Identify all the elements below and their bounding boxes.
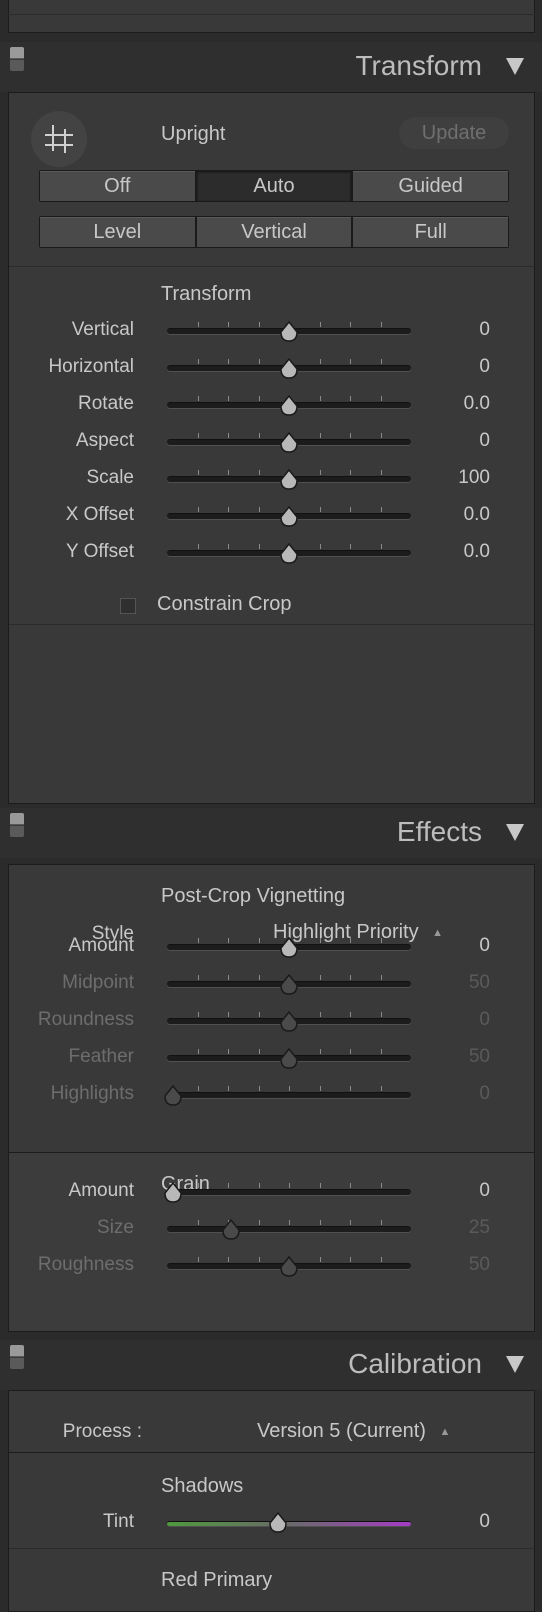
vertical-label: Vertical — [71, 319, 134, 340]
calibration-header-title: Calibration — [348, 1348, 482, 1379]
rotate-value: 0.0 — [463, 393, 490, 414]
effects-panel-header[interactable]: Effects — [0, 808, 542, 858]
horizontal-value: 0 — [479, 356, 490, 377]
aspect-label: Aspect — [75, 430, 134, 451]
scale-slider-thumb[interactable] — [279, 468, 299, 491]
collapse-triangle-icon[interactable] — [506, 58, 524, 75]
aspect-value: 0 — [479, 430, 490, 451]
section-divider — [9, 1548, 534, 1549]
process-dropdown-value: Version 5 (Current) — [257, 1420, 426, 1442]
upright-mode-row-2: Level Vertical Full — [39, 216, 509, 248]
section-divider — [9, 1452, 534, 1453]
slider-ticks — [167, 1183, 411, 1188]
scale-label: Scale — [86, 467, 134, 488]
highlights-value: 0 — [479, 1083, 490, 1104]
effects-header-title: Effects — [396, 816, 482, 847]
y-offset-label: Y Offset — [66, 541, 134, 562]
upright-tool-button[interactable] — [31, 111, 87, 167]
scale-value: 100 — [458, 467, 490, 488]
midpoint-slider-thumb[interactable] — [279, 973, 299, 996]
size-value: 25 — [468, 1217, 490, 1238]
slider-ticks — [167, 1086, 411, 1091]
shadows-section-title: Shadows — [161, 1475, 244, 1497]
midpoint-label: Midpoint — [62, 972, 134, 993]
panel-toggle-switch[interactable] — [10, 47, 24, 71]
constrain-crop-checkbox[interactable] — [120, 598, 136, 614]
collapse-triangle-icon[interactable] — [506, 1356, 524, 1373]
previous-panel-divider — [8, 14, 535, 15]
aspect-slider-thumb[interactable] — [279, 431, 299, 454]
roundness-label: Roundness — [37, 1009, 134, 1030]
upright-guided-button[interactable]: Guided — [353, 171, 509, 201]
amount-slider-thumb[interactable] — [279, 936, 299, 959]
upright-full-button[interactable]: Full — [353, 217, 509, 247]
roundness-slider-thumb[interactable] — [279, 1010, 299, 1033]
rotate-label: Rotate — [78, 393, 134, 414]
tint-slider-thumb[interactable] — [268, 1511, 288, 1534]
upright-vertical-button[interactable]: Vertical — [196, 217, 352, 247]
size-slider-track[interactable] — [167, 1226, 411, 1232]
upright-off-button[interactable]: Off — [40, 171, 195, 201]
highlights-slider-thumb[interactable] — [163, 1084, 183, 1107]
previous-panel-bottom — [8, 0, 535, 33]
section-divider — [9, 266, 534, 267]
transform-section-title: Transform — [161, 283, 252, 305]
tint-label: Tint — [103, 1511, 134, 1532]
horizontal-label: Horizontal — [48, 356, 134, 377]
tint-slider-track[interactable] — [167, 1521, 411, 1526]
upright-level-button[interactable]: Level — [40, 217, 195, 247]
roundness-value: 0 — [479, 1009, 490, 1030]
rotate-slider-thumb[interactable] — [279, 394, 299, 417]
y-offset-slider-thumb[interactable] — [279, 542, 299, 565]
roughness-value: 50 — [468, 1254, 490, 1275]
x-offset-value: 0.0 — [463, 504, 490, 525]
panel-toggle-switch[interactable] — [10, 813, 24, 837]
upright-auto-button[interactable]: Auto — [196, 171, 352, 201]
vignette-section-title: Post-Crop Vignetting — [161, 885, 346, 907]
size-slider-thumb[interactable] — [221, 1218, 241, 1241]
slider-ticks — [167, 1220, 411, 1225]
transform-panel: Upright Update Off Auto Guided Level Ver… — [8, 92, 535, 804]
amount-slider-thumb[interactable] — [163, 1181, 183, 1204]
section-divider — [9, 624, 534, 625]
size-label: Size — [97, 1217, 134, 1238]
transform-panel-header[interactable]: Transform — [0, 42, 542, 92]
transform-header-title: Transform — [355, 50, 482, 81]
update-button[interactable]: Update — [399, 117, 509, 149]
upright-mode-row-1: Off Auto Guided — [39, 170, 509, 202]
highlights-slider-track[interactable] — [167, 1092, 411, 1098]
calibration-panel-header[interactable]: Calibration — [0, 1340, 542, 1390]
red-primary-section-title: Red Primary — [161, 1569, 273, 1591]
amount-label: Amount — [68, 935, 134, 956]
amount-value: 0 — [479, 935, 490, 956]
feather-slider-thumb[interactable] — [279, 1047, 299, 1070]
y-offset-value: 0.0 — [463, 541, 490, 562]
process-dropdown[interactable]: Version 5 (Current) ▲ — [257, 1420, 450, 1443]
process-label: Process : — [62, 1421, 142, 1442]
roughness-slider-thumb[interactable] — [279, 1255, 299, 1278]
highlights-label: Highlights — [50, 1083, 134, 1104]
feather-value: 50 — [468, 1046, 490, 1067]
constrain-crop-label: Constrain Crop — [157, 593, 292, 615]
vertical-slider-thumb[interactable] — [279, 320, 299, 343]
feather-label: Feather — [68, 1046, 134, 1067]
calibration-panel: Process : Version 5 (Current) ▲ Shadows … — [8, 1390, 535, 1612]
effects-panel: Post-Crop Vignetting Style Highlight Pri… — [8, 864, 535, 1332]
horizontal-slider-thumb[interactable] — [279, 357, 299, 380]
upright-label: Upright — [161, 123, 226, 145]
vertical-value: 0 — [479, 319, 490, 340]
amount-value: 0 — [479, 1180, 490, 1201]
updown-arrows-icon: ▲ — [432, 927, 444, 939]
crop-grid-icon — [45, 125, 73, 153]
panel-toggle-switch[interactable] — [10, 1345, 24, 1369]
amount-slider-track[interactable] — [167, 1189, 411, 1195]
tint-value: 0 — [479, 1511, 490, 1532]
updown-arrows-icon: ▲ — [439, 1426, 451, 1438]
amount-label: Amount — [68, 1180, 134, 1201]
collapse-triangle-icon[interactable] — [506, 824, 524, 841]
x-offset-label: X Offset — [65, 504, 134, 525]
roughness-label: Roughness — [37, 1254, 134, 1275]
midpoint-value: 50 — [468, 972, 490, 993]
x-offset-slider-thumb[interactable] — [279, 505, 299, 528]
